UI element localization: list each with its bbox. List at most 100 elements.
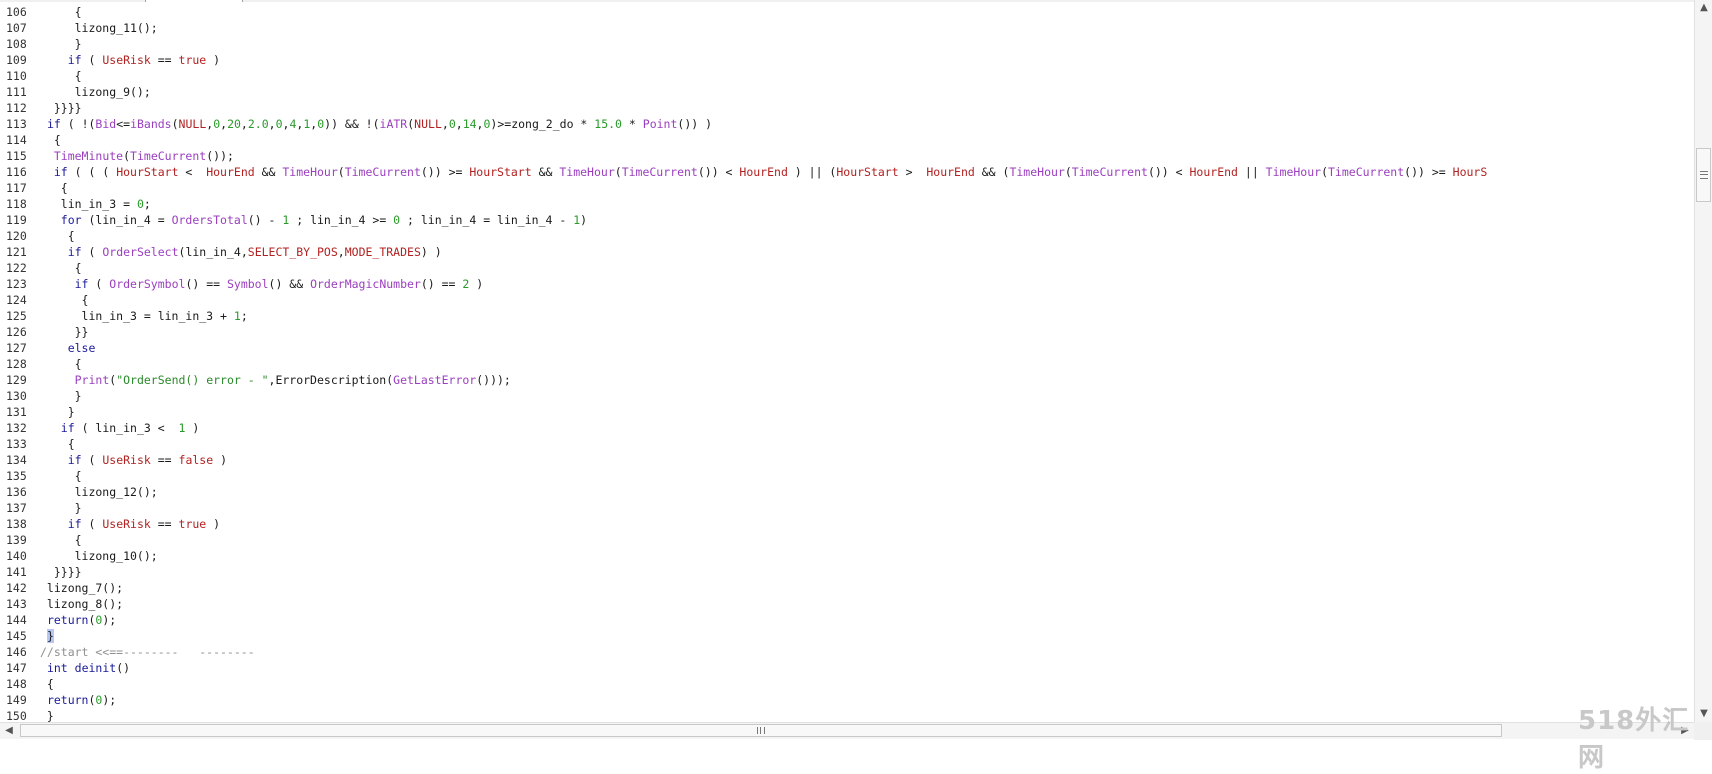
code-line[interactable]: 122 { <box>0 260 82 276</box>
code-text[interactable]: } <box>40 629 54 643</box>
code-line[interactable]: 142 lizong_7(); <box>0 580 123 596</box>
code-line[interactable]: 107 lizong_11(); <box>0 20 158 36</box>
code-text[interactable]: { <box>40 5 82 19</box>
code-text[interactable]: { <box>40 437 75 451</box>
code-line[interactable]: 117 { <box>0 180 68 196</box>
code-line[interactable]: 121 if ( OrderSelect(lin_in_4,SELECT_BY_… <box>0 244 442 260</box>
code-line[interactable]: 113 if ( !(Bid<=iBands(NULL,0,20,2.0,0,4… <box>0 116 712 132</box>
code-line[interactable]: 111 lizong_9(); <box>0 84 151 100</box>
code-line[interactable]: 139 { <box>0 532 82 548</box>
code-text[interactable]: lin_in_3 = 0; <box>40 197 151 211</box>
code-text[interactable]: } <box>40 389 82 403</box>
code-line[interactable]: 132 if ( lin_in_3 < 1 ) <box>0 420 199 436</box>
code-text[interactable]: }}}} <box>40 101 82 115</box>
code-line[interactable]: 144 return(0); <box>0 612 116 628</box>
code-text[interactable]: { <box>40 357 82 371</box>
code-text[interactable]: lizong_11(); <box>40 21 158 35</box>
code-text[interactable]: lizong_12(); <box>40 485 158 499</box>
code-line[interactable]: 150 } <box>0 708 54 722</box>
code-text[interactable]: TimeMinute(TimeCurrent()); <box>40 149 234 163</box>
code-text[interactable]: { <box>40 293 89 307</box>
code-line[interactable]: 127 else <box>0 340 95 356</box>
code-line[interactable]: 147 int deinit() <box>0 660 130 676</box>
code-line[interactable]: 108 } <box>0 36 82 52</box>
code-line[interactable]: 148 { <box>0 676 54 692</box>
code-line[interactable]: 138 if ( UseRisk == true ) <box>0 516 220 532</box>
code-text[interactable]: for (lin_in_4 = OrdersTotal() - 1 ; lin_… <box>40 213 587 227</box>
code-line[interactable]: 131 } <box>0 404 75 420</box>
code-line[interactable]: 114 { <box>0 132 61 148</box>
code-line[interactable]: 133 { <box>0 436 75 452</box>
vertical-scroll-thumb[interactable] <box>1696 148 1711 202</box>
code-text[interactable]: } <box>40 709 54 722</box>
code-text[interactable]: { <box>40 677 54 691</box>
code-text[interactable]: //start <<==-------- -------- <box>40 645 255 659</box>
code-line[interactable]: 110 { <box>0 68 82 84</box>
code-text[interactable]: lizong_9(); <box>40 85 151 99</box>
code-line[interactable]: 149 return(0); <box>0 692 116 708</box>
code-line[interactable]: 125 lin_in_3 = lin_in_3 + 1; <box>0 308 248 324</box>
code-text[interactable]: if ( ( ( HourStart < HourEnd && TimeHour… <box>40 165 1487 179</box>
code-line[interactable]: 141 }}}} <box>0 564 82 580</box>
code-line[interactable]: 145 } <box>0 628 54 644</box>
code-text[interactable]: { <box>40 469 82 483</box>
code-line[interactable]: 118 lin_in_3 = 0; <box>0 196 151 212</box>
code-line[interactable]: 109 if ( UseRisk == true ) <box>0 52 220 68</box>
code-line[interactable]: 120 { <box>0 228 75 244</box>
code-text[interactable]: if ( UseRisk == true ) <box>40 53 220 67</box>
code-text[interactable]: { <box>40 261 82 275</box>
code-text[interactable]: }}}} <box>40 565 82 579</box>
scroll-up-icon[interactable]: ▲ <box>1695 0 1712 16</box>
code-editor[interactable]: 106 {107 lizong_11(); 108 } 109 if ( UseRi… <box>0 4 1694 722</box>
code-text[interactable]: }} <box>40 325 89 339</box>
code-line[interactable]: 135 { <box>0 468 82 484</box>
active-tab[interactable] <box>145 0 243 2</box>
code-line[interactable]: 106 { <box>0 4 82 20</box>
code-line[interactable]: 119 for (lin_in_4 = OrdersTotal() - 1 ; … <box>0 212 587 228</box>
code-line[interactable]: 112 }}}} <box>0 100 82 116</box>
code-line[interactable]: 124 { <box>0 292 88 308</box>
code-text[interactable]: lizong_8(); <box>40 597 123 611</box>
code-line[interactable]: 116 if ( ( ( HourStart < HourEnd && Time… <box>0 164 1487 180</box>
line-number: 134 <box>6 453 27 467</box>
code-line[interactable]: 115 TimeMinute(TimeCurrent()); <box>0 148 234 164</box>
code-text[interactable]: else <box>40 341 96 355</box>
code-line[interactable]: 146 //start <<==-------- -------- <box>0 644 255 660</box>
code-text[interactable]: if ( lin_in_3 < 1 ) <box>40 421 200 435</box>
code-text[interactable]: lizong_7(); <box>40 581 123 595</box>
code-line[interactable]: 129 Print("OrderSend() error - ",ErrorDe… <box>0 372 511 388</box>
code-text[interactable]: { <box>40 133 61 147</box>
code-text[interactable]: { <box>40 229 75 243</box>
code-line[interactable]: 128 { <box>0 356 82 372</box>
code-line[interactable]: 137 } <box>0 500 82 516</box>
code-text[interactable]: if ( UseRisk == false ) <box>40 453 227 467</box>
code-text[interactable]: if ( UseRisk == true ) <box>40 517 220 531</box>
code-text[interactable]: } <box>40 37 82 51</box>
code-text[interactable]: Print("OrderSend() error - ",ErrorDescri… <box>40 373 511 387</box>
code-text[interactable]: { <box>40 69 82 83</box>
vertical-scrollbar[interactable]: ▲ ▼ <box>1694 0 1712 722</box>
code-line[interactable]: 130 } <box>0 388 82 404</box>
code-line[interactable]: 134 if ( UseRisk == false ) <box>0 452 227 468</box>
code-line[interactable]: 126 }} <box>0 324 88 340</box>
code-line[interactable]: 136 lizong_12(); <box>0 484 158 500</box>
code-text[interactable]: { <box>40 533 82 547</box>
code-text[interactable]: int deinit() <box>40 661 130 675</box>
line-number: 129 <box>6 373 27 387</box>
code-text[interactable]: if ( OrderSelect(lin_in_4,SELECT_BY_POS,… <box>40 245 442 259</box>
code-text[interactable]: return(0); <box>40 613 116 627</box>
code-text[interactable]: if ( !(Bid<=iBands(NULL,0,20,2.0,0,4,1,0… <box>40 117 712 131</box>
code-text[interactable]: } <box>40 405 75 419</box>
code-text[interactable]: lizong_10(); <box>40 549 158 563</box>
code-text[interactable]: return(0); <box>40 693 116 707</box>
horizontal-scroll-thumb[interactable] <box>20 724 1502 737</box>
code-line[interactable]: 123 if ( OrderSymbol() == Symbol() && Or… <box>0 276 483 292</box>
code-line[interactable]: 143 lizong_8(); <box>0 596 123 612</box>
code-text[interactable]: { <box>40 181 68 195</box>
scroll-left-icon[interactable]: ◀ <box>0 723 18 739</box>
code-text[interactable]: lin_in_3 = lin_in_3 + 1; <box>40 309 248 323</box>
horizontal-scrollbar[interactable]: ◀ ▶ <box>0 722 1694 739</box>
code-text[interactable]: if ( OrderSymbol() == Symbol() && OrderM… <box>40 277 484 291</box>
code-text[interactable]: } <box>40 501 82 515</box>
code-line[interactable]: 140 lizong_10(); <box>0 548 158 564</box>
